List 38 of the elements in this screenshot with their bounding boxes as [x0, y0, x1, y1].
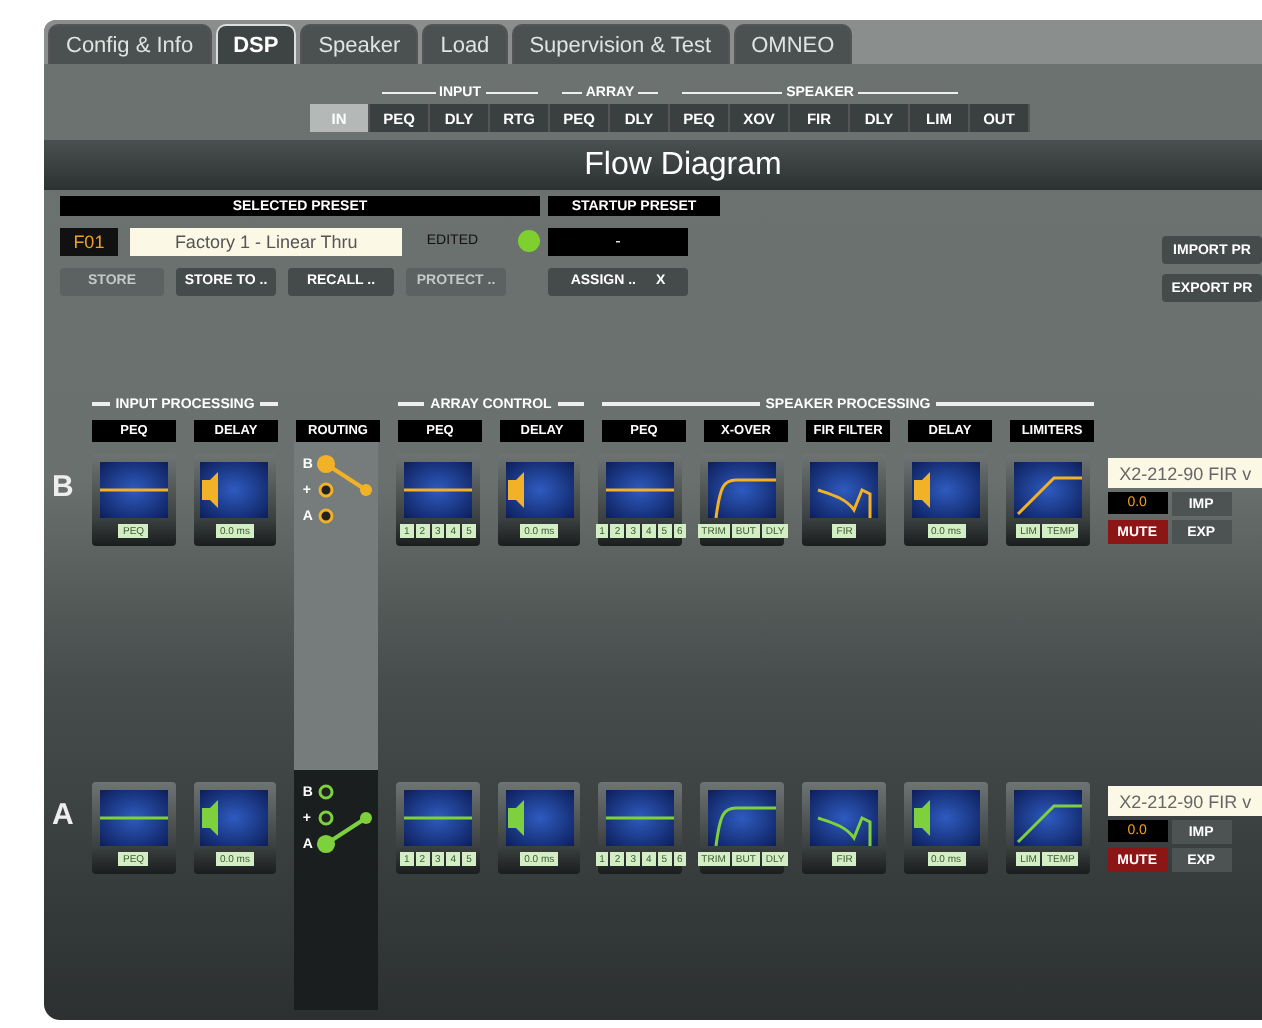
peq-graph-screen[interactable] — [606, 790, 675, 846]
fir-graph-screen[interactable] — [810, 462, 879, 518]
delay-graph-screen[interactable] — [505, 790, 574, 846]
routing-node-icon[interactable] — [319, 784, 335, 800]
fir-graph-screen[interactable] — [810, 790, 879, 846]
peq-graph-screen[interactable] — [403, 790, 472, 846]
delay-graph-screen[interactable] — [200, 790, 269, 846]
peq-graph-screen[interactable] — [99, 790, 168, 846]
delay-graph-screen[interactable] — [912, 462, 981, 518]
channel-label: B — [50, 468, 74, 508]
channel-label: A — [50, 796, 74, 836]
delay-graph-screen[interactable] — [200, 462, 269, 518]
tab[interactable]: Supervision & Test — [511, 24, 730, 64]
xover-graph-screen[interactable] — [708, 790, 777, 846]
routing-node-icon[interactable] — [317, 454, 336, 474]
routing-node-icon[interactable] — [319, 482, 335, 498]
peq-graph-screen[interactable] — [403, 462, 472, 518]
delay-graph-screen[interactable] — [912, 790, 981, 846]
preset-number: F01 — [60, 227, 118, 255]
xover-graph-screen[interactable] — [708, 462, 777, 518]
speaker-preset-field[interactable]: X2-212-90 FIR v — [1107, 786, 1262, 816]
limiter-graph-screen[interactable] — [1013, 462, 1082, 518]
tab[interactable]: Config & Info — [48, 24, 212, 64]
speaker-preset-field[interactable]: X2-212-90 FIR v — [1107, 458, 1262, 488]
peq-graph-screen[interactable] — [606, 462, 675, 518]
tab[interactable]: Load — [422, 24, 508, 64]
limiter-graph-screen[interactable] — [1013, 790, 1082, 846]
routing-node-icon[interactable] — [319, 810, 335, 826]
routing-node-icon[interactable] — [317, 834, 336, 854]
startup-preset-field: - — [548, 227, 688, 255]
peq-graph-screen[interactable] — [99, 462, 168, 518]
page-title: Flow Diagram — [584, 147, 782, 183]
tab[interactable]: OMNEO — [733, 24, 853, 64]
delay-graph-screen[interactable] — [505, 462, 574, 518]
preset-name-field[interactable]: Factory 1 - Linear Thru — [129, 227, 403, 255]
tab[interactable]: Speaker — [300, 24, 419, 64]
tab[interactable]: DSP — [215, 24, 297, 64]
routing-node-icon[interactable] — [319, 508, 335, 524]
